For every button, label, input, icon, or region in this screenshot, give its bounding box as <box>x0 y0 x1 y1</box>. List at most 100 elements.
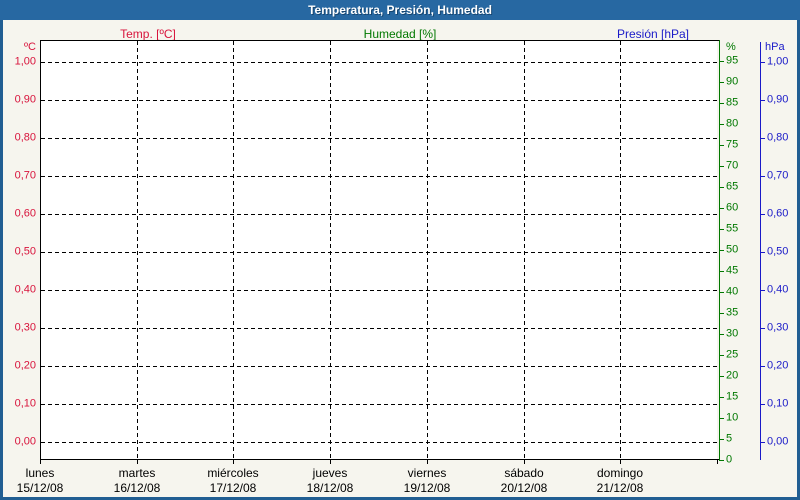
plot-area <box>40 40 717 460</box>
x-axis-tick-mark <box>233 460 234 464</box>
day-name-label: martes <box>118 466 156 480</box>
day-name-label: viernes <box>407 466 447 480</box>
vgridline <box>330 41 331 459</box>
pressure-tick-mark <box>760 214 765 215</box>
temperature-tick-label: 0,80 <box>14 131 36 144</box>
legend-pressure: Presión [hPa] <box>616 27 690 41</box>
humidity-tick-mark <box>719 82 724 83</box>
pressure-axis-line <box>760 42 761 460</box>
temperature-axis-line <box>40 40 41 460</box>
plot-top-border <box>40 40 720 41</box>
legend-humidity: Humedad [%] <box>363 27 437 41</box>
humidity-tick-label: 35 <box>726 306 739 319</box>
humidity-tick-label: 95 <box>726 54 739 67</box>
vgridline <box>427 41 428 459</box>
pressure-tick-mark <box>760 252 765 253</box>
humidity-tick-mark <box>719 292 724 293</box>
hgridline <box>41 100 717 101</box>
hgridline <box>41 366 717 367</box>
x-axis-tick-mark <box>40 460 41 464</box>
pressure-tick-label: 0,50 <box>767 245 789 258</box>
humidity-tick-label: 60 <box>726 201 739 214</box>
humidity-tick-label: 90 <box>726 75 739 88</box>
day-name-label: miércoles <box>207 466 259 480</box>
x-axis-tick-mark <box>717 460 718 464</box>
humidity-tick-mark <box>719 418 724 419</box>
x-axis-tick-mark <box>620 460 621 464</box>
humidity-tick-label: 45 <box>726 264 739 277</box>
day-date-label: 16/12/08 <box>113 481 161 495</box>
humidity-tick-label: 80 <box>726 117 739 130</box>
temperature-tick-label: 0,10 <box>14 397 36 410</box>
x-axis-tick-mark <box>427 460 428 464</box>
humidity-tick-mark <box>719 103 724 104</box>
pressure-tick-mark <box>760 290 765 291</box>
pressure-tick-mark <box>760 62 765 63</box>
legend-temperature: Temp. [ºC] <box>120 27 176 41</box>
x-axis-line <box>40 459 720 460</box>
humidity-tick-mark <box>719 250 724 251</box>
pressure-tick-mark <box>760 366 765 367</box>
humidity-tick-label: 70 <box>726 159 739 172</box>
humidity-tick-mark <box>719 124 724 125</box>
title-bar: Temperatura, Presión, Humedad <box>0 0 800 20</box>
hgridline <box>41 442 717 443</box>
window-title: Temperatura, Presión, Humedad <box>308 3 492 17</box>
pressure-tick-label: 0,10 <box>767 397 789 410</box>
humidity-tick-mark <box>719 460 724 461</box>
day-name-label: jueves <box>312 466 348 480</box>
pressure-tick-mark <box>760 100 765 101</box>
humidity-tick-label: 25 <box>726 348 739 361</box>
vgridline <box>233 41 234 459</box>
day-name-label: lunes <box>25 466 55 480</box>
day-name-label: sábado <box>504 466 544 480</box>
hgridline <box>41 404 717 405</box>
pressure-tick-mark <box>760 404 765 405</box>
humidity-axis-unit: % <box>726 41 736 53</box>
day-date-label: 20/12/08 <box>500 481 548 495</box>
hgridline <box>41 176 717 177</box>
day-name-label: domingo <box>596 466 644 480</box>
pressure-tick-label: 0,90 <box>767 93 789 106</box>
humidity-tick-mark <box>719 145 724 146</box>
pressure-axis-unit: hPa <box>765 41 785 53</box>
humidity-tick-label: 30 <box>726 327 739 340</box>
humidity-tick-label: 50 <box>726 243 739 256</box>
temperature-tick-label: 0,70 <box>14 169 36 182</box>
x-axis-tick-mark <box>330 460 331 464</box>
humidity-tick-mark <box>719 208 724 209</box>
day-date-label: 18/12/08 <box>306 481 354 495</box>
humidity-tick-mark <box>719 376 724 377</box>
pressure-tick-label: 0,20 <box>767 359 789 372</box>
humidity-tick-label: 20 <box>726 369 739 382</box>
temperature-tick-label: 0,20 <box>14 359 36 372</box>
humidity-tick-label: 40 <box>726 285 739 298</box>
day-date-label: 17/12/08 <box>209 481 257 495</box>
pressure-tick-mark <box>760 138 765 139</box>
vgridline <box>620 41 621 459</box>
day-date-label: 21/12/08 <box>596 481 644 495</box>
temperature-tick-label: 0,90 <box>14 93 36 106</box>
x-axis-tick-mark <box>524 460 525 464</box>
pressure-tick-mark <box>760 442 765 443</box>
temperature-tick-label: 0,40 <box>14 283 36 296</box>
day-date-label: 15/12/08 <box>16 481 64 495</box>
temperature-tick-label: 0,00 <box>14 435 36 448</box>
temperature-tick-label: 0,50 <box>14 245 36 258</box>
hgridline <box>41 328 717 329</box>
x-axis-tick-mark <box>137 460 138 464</box>
pressure-tick-label: 1,00 <box>767 55 789 68</box>
hgridline <box>41 252 717 253</box>
pressure-tick-label: 0,70 <box>767 169 789 182</box>
pressure-tick-label: 0,40 <box>767 283 789 296</box>
hgridline <box>41 62 717 63</box>
humidity-tick-mark <box>719 313 724 314</box>
humidity-tick-mark <box>719 397 724 398</box>
humidity-tick-label: 15 <box>726 390 739 403</box>
humidity-tick-mark <box>719 271 724 272</box>
temperature-axis-unit: ºC <box>24 41 36 53</box>
humidity-tick-mark <box>719 229 724 230</box>
pressure-tick-label: 0,80 <box>767 131 789 144</box>
humidity-tick-mark <box>719 355 724 356</box>
hgridline <box>41 290 717 291</box>
